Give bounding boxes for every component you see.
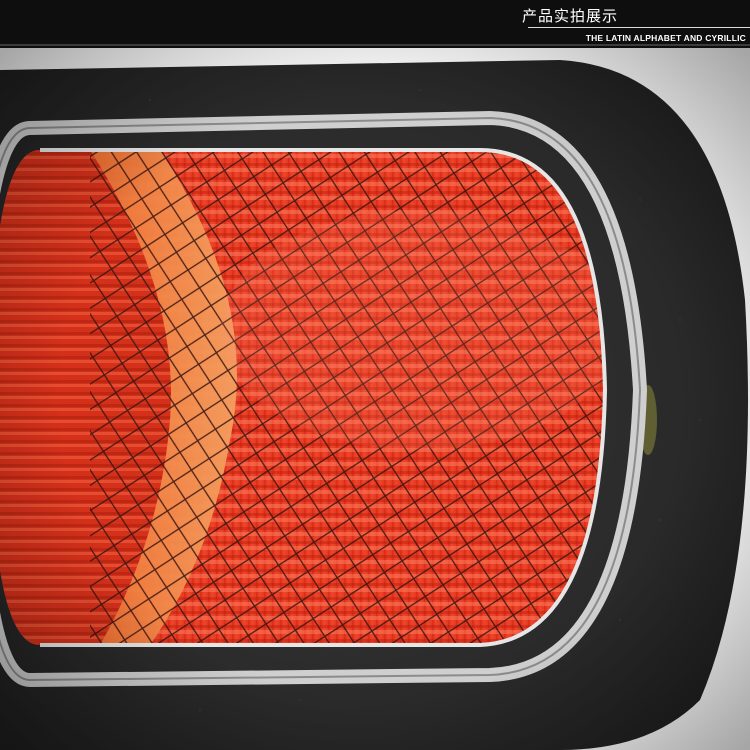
header-banner: 产品实拍展示 THE LATIN ALPHABET AND CYRILLIC [0,0,750,48]
banner-subtitle: THE LATIN ALPHABET AND CYRILLIC [585,33,746,43]
product-photo [0,48,750,750]
banner-bottom-line [0,44,750,46]
banner-title: 产品实拍展示 [521,7,618,25]
product-photo-page: 产品实拍展示 THE LATIN ALPHABET AND CYRILLIC [0,0,750,750]
banner-divider [528,27,750,28]
air-filter-image [0,48,750,750]
